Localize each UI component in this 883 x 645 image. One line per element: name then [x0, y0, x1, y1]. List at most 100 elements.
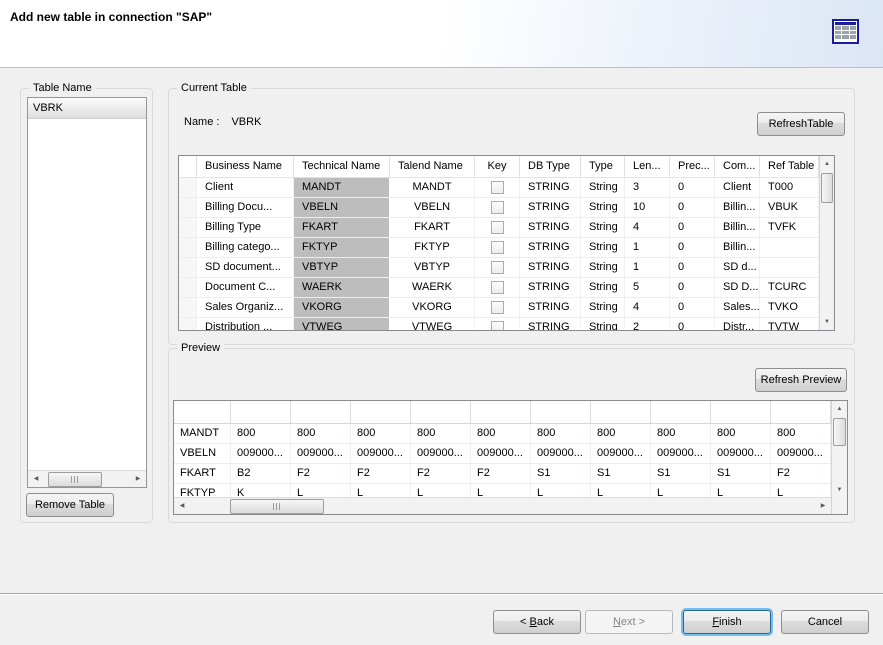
list-item-table[interactable]: VBRK	[28, 98, 146, 119]
precision-cell: 0	[670, 278, 715, 297]
length-cell: 2	[625, 318, 670, 330]
comment-cell: Billin...	[715, 238, 760, 257]
row-selector-cell[interactable]	[179, 278, 197, 297]
key-checkbox[interactable]	[491, 281, 504, 294]
technical-name-cell: VKORG	[294, 298, 390, 317]
db-type-cell: STRING	[520, 298, 581, 317]
ref-table-cell: VBUK	[760, 198, 819, 217]
table-list-scroll-thumb[interactable]	[48, 472, 102, 487]
business-name-cell: Client	[197, 178, 294, 197]
current-table-main: Business NameTechnical NameTalend NameKe…	[179, 156, 819, 330]
table-row: SD document...VBTYPVBTYPSTRINGString10SD…	[179, 258, 819, 278]
key-checkbox[interactable]	[491, 261, 504, 274]
preview-scroll-thumb[interactable]	[230, 499, 324, 514]
preview-row-label: FKART	[174, 464, 231, 483]
preview-value-cell: F2	[351, 464, 411, 483]
scroll-up-icon[interactable]: ▲	[832, 401, 847, 417]
technical-name-cell: WAERK	[294, 278, 390, 297]
column-header-ref-table[interactable]: Ref Table	[760, 156, 819, 177]
finish-button[interactable]: Finish	[683, 610, 771, 634]
key-checkbox[interactable]	[491, 321, 504, 330]
precision-cell: 0	[670, 298, 715, 317]
current-table-vertical-scrollbar[interactable]: ▲ ▼	[819, 156, 834, 330]
name-label: Name :	[184, 116, 219, 128]
column-header-key[interactable]: Key	[475, 156, 520, 177]
table-name-list[interactable]: VBRK ◀ ▶	[27, 97, 147, 488]
key-checkbox[interactable]	[491, 181, 504, 194]
comment-cell: SD d...	[715, 258, 760, 277]
preview-row: FKARTB2F2F2F2F2S1S1S1S1F2	[174, 464, 831, 484]
row-selector-cell[interactable]	[179, 318, 197, 330]
type-cell: String	[581, 198, 625, 217]
refresh-preview-button[interactable]: Refresh Preview	[755, 368, 847, 392]
preview-scroll-thumb-v[interactable]	[833, 418, 846, 446]
current-table-scroll-thumb[interactable]	[821, 173, 833, 203]
business-name-cell: Sales Organiz...	[197, 298, 294, 317]
row-selector-cell[interactable]	[179, 298, 197, 317]
column-header-talend-name[interactable]: Talend Name	[390, 156, 475, 177]
column-header-prec[interactable]: Prec...	[670, 156, 715, 177]
row-selector-cell[interactable]	[179, 198, 197, 217]
preview-value-cell: 800	[411, 424, 471, 443]
preview-value-cell: F2	[471, 464, 531, 483]
type-cell: String	[581, 218, 625, 237]
key-cell	[475, 178, 520, 197]
current-table-name-row: Name : VBRK	[184, 116, 261, 128]
refresh-table-button[interactable]: RefreshTable	[757, 112, 845, 136]
key-checkbox[interactable]	[491, 221, 504, 234]
key-checkbox[interactable]	[491, 301, 504, 314]
preview-row-label: MANDT	[174, 424, 231, 443]
length-cell: 4	[625, 218, 670, 237]
row-selector-cell[interactable]	[179, 258, 197, 277]
ref-table-cell: T000	[760, 178, 819, 197]
talend-name-cell: VKORG	[390, 298, 475, 317]
wizard-dialog: Add new table in connection "SAP" Table …	[0, 0, 883, 645]
preview-vertical-scrollbar[interactable]: ▲ ▼	[831, 401, 847, 514]
preview-header-cell	[471, 401, 531, 423]
row-selector-cell[interactable]	[179, 218, 197, 237]
next-button[interactable]: Next >	[585, 610, 673, 634]
key-checkbox[interactable]	[491, 201, 504, 214]
preview-row-label: VBELN	[174, 444, 231, 463]
preview-value-cell: 009000...	[591, 444, 651, 463]
table-row: Document C...WAERKWAERKSTRINGString50SD …	[179, 278, 819, 298]
column-header-db-type[interactable]: DB Type	[520, 156, 581, 177]
wizard-header: Add new table in connection "SAP"	[0, 0, 883, 68]
preview-value-cell: 009000...	[411, 444, 471, 463]
table-row: Billing Docu...VBELNVBELNSTRINGString100…	[179, 198, 819, 218]
preview-value-cell: 009000...	[711, 444, 771, 463]
scroll-left-icon[interactable]: ◀	[174, 498, 190, 514]
length-cell: 10	[625, 198, 670, 217]
ref-table-cell: TCURC	[760, 278, 819, 297]
row-selector-cell[interactable]	[179, 238, 197, 257]
talend-name-cell: WAERK	[390, 278, 475, 297]
preview-header-cell	[711, 401, 771, 423]
scroll-right-icon[interactable]: ▶	[815, 498, 831, 514]
db-type-cell: STRING	[520, 218, 581, 237]
column-header-business-name[interactable]: Business Name	[197, 156, 294, 177]
preview-value-cell: S1	[591, 464, 651, 483]
preview-value-cell: 009000...	[471, 444, 531, 463]
scroll-up-icon[interactable]: ▲	[820, 156, 834, 172]
preview-group-label: Preview	[177, 341, 224, 355]
cancel-button[interactable]: Cancel	[781, 610, 869, 634]
scroll-left-icon[interactable]: ◀	[28, 471, 44, 487]
back-button[interactable]: < Back	[493, 610, 581, 634]
precision-cell: 0	[670, 318, 715, 330]
table-grid-icon-cells	[835, 26, 856, 39]
preview-horizontal-scrollbar[interactable]: ◀ ▶	[174, 497, 831, 514]
remove-table-button[interactable]: Remove Table	[26, 493, 114, 517]
scroll-right-icon[interactable]: ▶	[130, 471, 146, 487]
key-checkbox[interactable]	[491, 241, 504, 254]
column-header-technical-name[interactable]: Technical Name	[294, 156, 390, 177]
scroll-down-icon[interactable]: ▼	[832, 482, 847, 498]
table-list-horizontal-scrollbar[interactable]: ◀ ▶	[28, 470, 146, 487]
column-header-type[interactable]: Type	[581, 156, 625, 177]
row-selector-cell[interactable]	[179, 178, 197, 197]
column-header-com[interactable]: Com...	[715, 156, 760, 177]
preview-value-cell: 009000...	[231, 444, 291, 463]
preview-value-cell: 009000...	[351, 444, 411, 463]
scroll-down-icon[interactable]: ▼	[820, 314, 834, 330]
column-header-len[interactable]: Len...	[625, 156, 670, 177]
db-type-cell: STRING	[520, 318, 581, 330]
